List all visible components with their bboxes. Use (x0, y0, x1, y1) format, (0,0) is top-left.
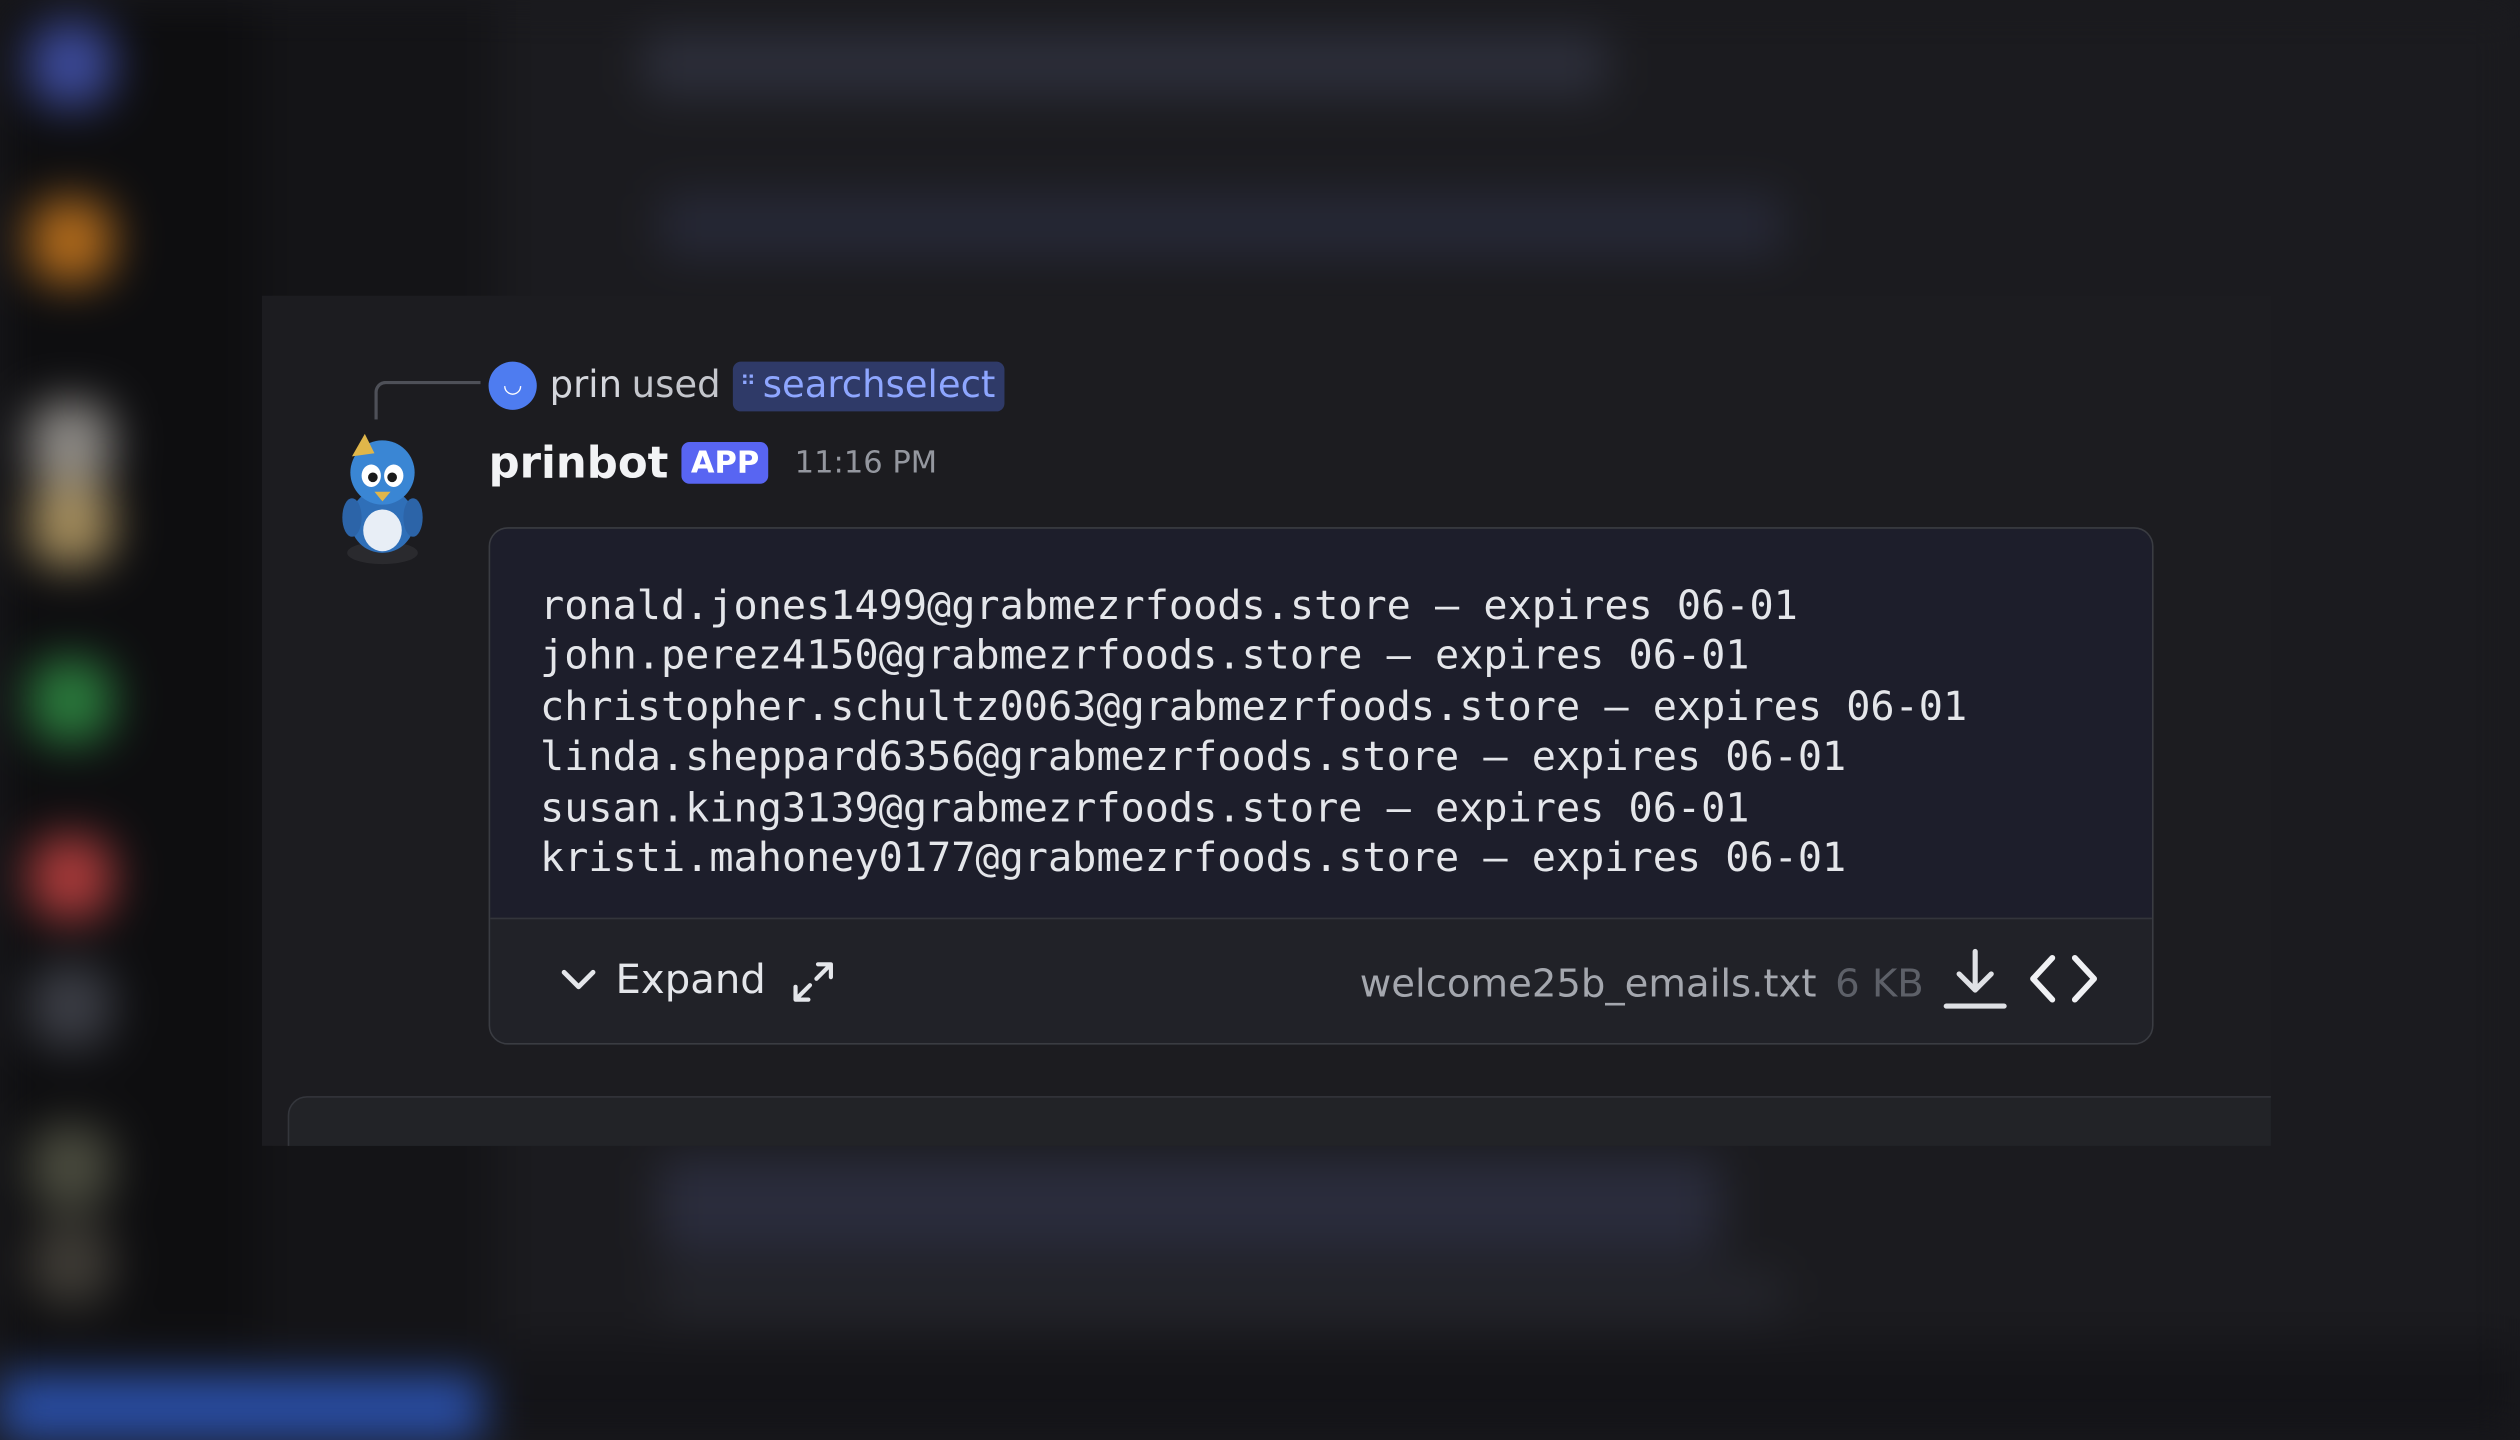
code-line: kristi.mahoney0177@grabmezrfoods.store —… (540, 834, 1847, 881)
server-icon[interactable] (28, 1221, 113, 1306)
blurred-message (642, 32, 1608, 97)
server-icon[interactable] (28, 835, 113, 920)
blurred-message (658, 1157, 1720, 1254)
server-icon[interactable] (28, 401, 113, 486)
command-reply-header[interactable]: ◡ prin used ⠛ searchselect (488, 357, 1006, 415)
message-panel: ◡ prin used ⠛ searchselect prinbot APP 1… (261, 295, 2271, 1146)
blurred-message (658, 192, 1784, 258)
expand-label: Expand (615, 955, 766, 1003)
reply-username[interactable]: prin (550, 365, 622, 407)
command-name: searchselect (762, 364, 996, 406)
code-line: susan.king3139@grabmezrfoods.store — exp… (540, 783, 1750, 831)
download-icon[interactable] (1943, 945, 2007, 1016)
chevron-down-icon (561, 969, 596, 990)
server-icon[interactable] (28, 658, 113, 743)
reply-connector (374, 380, 481, 420)
command-icon: ⠛ (739, 372, 757, 398)
bottom-highlight (0, 1375, 483, 1440)
app-badge: APP (681, 441, 769, 484)
next-message-card (287, 1096, 2271, 1146)
file-info: welcome25b_emails.txt 6 KB (1360, 961, 1924, 1006)
message-timestamp: 11:16 PM (794, 445, 938, 481)
reply-used-label: used (631, 364, 721, 407)
command-mention[interactable]: ⠛ searchselect (733, 360, 1006, 411)
code-line: linda.sheppard6356@grabmezrfoods.store —… (540, 733, 1847, 780)
file-size: 6 KB (1835, 961, 1924, 1007)
server-icon[interactable] (28, 482, 113, 566)
file-preview-footer: Expand welcome25b_emails.txt 6 KB (490, 917, 2152, 1044)
server-icon[interactable] (28, 964, 113, 1048)
user-avatar[interactable]: ◡ (488, 361, 537, 410)
server-icon[interactable] (28, 199, 113, 283)
author-name[interactable]: prinbot (489, 438, 669, 488)
code-line: john.perez4150@grabmezrfoods.store — exp… (540, 632, 1750, 679)
file-name[interactable]: welcome25b_emails.txt (1360, 961, 1817, 1006)
code-line: ronald.jones1499@grabmezrfoods.store — e… (540, 581, 1798, 629)
bot-avatar[interactable] (329, 428, 435, 566)
blurred-message (658, 1269, 1784, 1318)
expand-button[interactable]: Expand (554, 955, 766, 1003)
code-icon[interactable] (2027, 951, 2101, 1006)
app-window: ◡ prin used ⠛ searchselect prinbot APP 1… (0, 0, 2520, 1440)
code-line: christopher.schultz0063@grabmezrfoods.st… (540, 682, 1968, 730)
file-preview: ronald.jones1499@grabmezrfoods.store — e… (488, 527, 2154, 1045)
fullscreen-icon[interactable] (789, 958, 837, 1006)
code-content[interactable]: ronald.jones1499@grabmezrfoods.store — e… (490, 528, 2152, 918)
server-icon[interactable] (28, 1125, 113, 1209)
message-header: prinbot APP 11:16 PM (489, 431, 938, 495)
server-sidebar (0, 0, 258, 1440)
server-icon[interactable] (28, 22, 113, 107)
